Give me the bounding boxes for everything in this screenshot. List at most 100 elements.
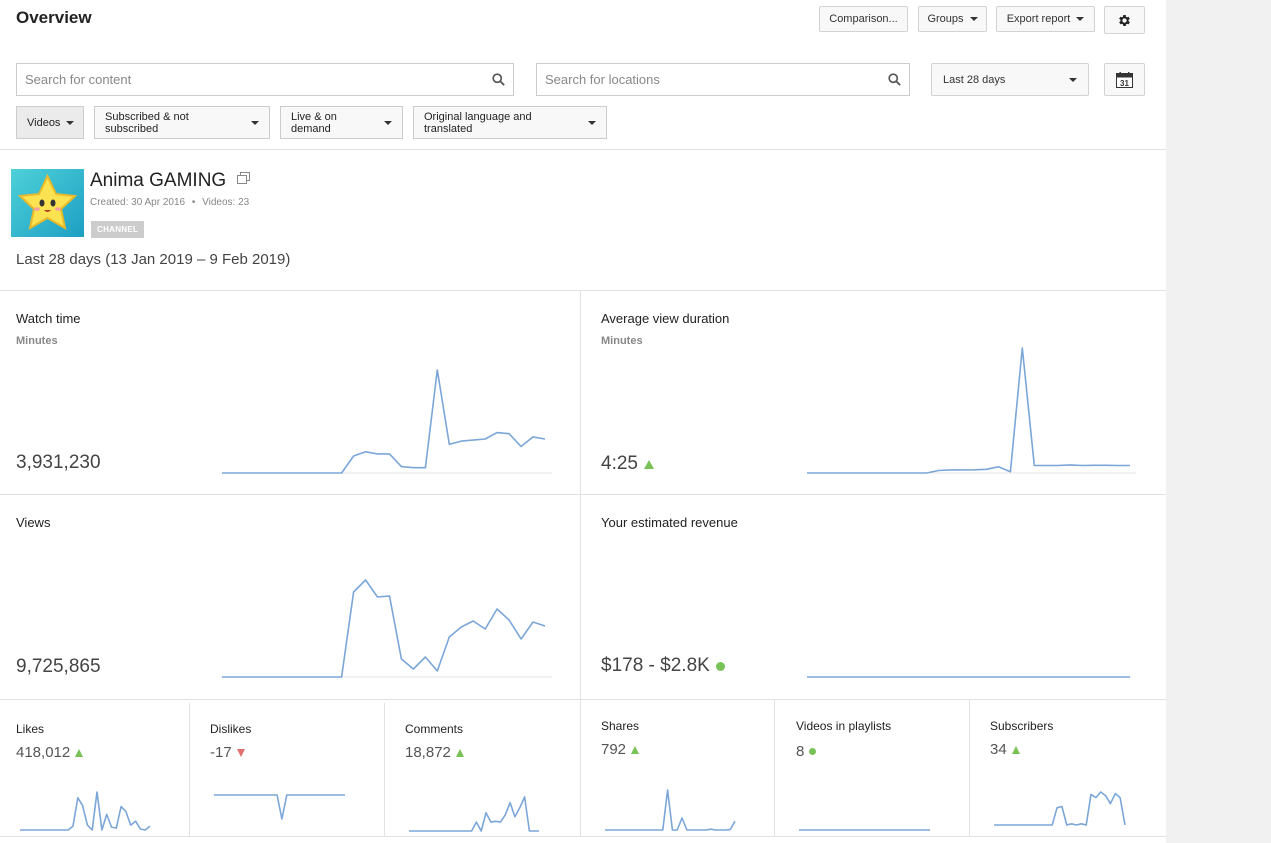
divider [0,494,1166,495]
divider [0,290,1166,291]
series-line [20,791,151,831]
playlists-chart[interactable] [795,796,934,834]
trend-up-icon [1011,745,1020,754]
watch-time-chart[interactable] [218,366,556,477]
filter-language[interactable]: Original language and translated [413,106,607,139]
channel-tag: CHANNEL [91,221,145,238]
views-title: Views [16,515,51,530]
channel-videos: Videos: 23 [202,197,250,208]
revenue-title: Your estimated revenue [601,515,738,530]
filter-videos-label: Videos [27,116,61,129]
filter-live[interactable]: Live & on demand [280,106,403,139]
filter-language-label: Original language and translated [424,110,532,135]
revenue-number: $178 - $2.8K [601,655,710,676]
shares-title: Shares [601,719,640,733]
settings-button[interactable] [1104,6,1145,34]
series-line [222,579,546,678]
filter-live-label: Live & on demand [291,110,337,135]
date-range-label: Last 28 days (13 Jan 2019 – 9 Feb 2019) [16,251,291,268]
groups-button[interactable]: Groups [918,6,987,32]
revenue-chart[interactable] [803,596,1134,681]
content-search [16,63,514,96]
playlists-title: Videos in playlists [796,719,892,733]
divider [0,699,1166,700]
views-value[interactable]: 9,725,865 [16,656,101,678]
views-number: 9,725,865 [16,656,101,677]
dislikes-value[interactable]: -17 [210,744,245,761]
search-icon[interactable] [491,72,506,87]
chevron-down-icon [66,120,75,125]
date-range-value: Last 28 days [943,73,1006,86]
svg-text:31: 31 [1120,79,1129,88]
external-link-icon[interactable] [237,172,251,184]
shares-value[interactable]: 792 [601,741,640,758]
gear-icon [1119,14,1130,26]
trend-neutral-icon [809,748,817,755]
watch-time-value[interactable]: 3,931,230 [16,452,101,474]
chevron-down-icon [1069,77,1077,82]
likes-chart[interactable] [16,788,154,834]
subscribers-number: 34 [990,741,1007,758]
shares-chart[interactable] [601,786,739,834]
chevron-down-icon [251,120,259,125]
playlists-value[interactable]: 8 [796,743,817,760]
comments-value[interactable]: 18,872 [405,744,464,761]
calendar-icon: 31 [1116,71,1133,88]
trend-down-icon [236,748,245,757]
views-chart[interactable] [218,576,556,681]
filter-subscription-label: Subscribed & not subscribed [105,110,189,135]
channel-avatar[interactable] [11,169,84,237]
subscribers-title: Subscribers [990,719,1054,733]
series-line [807,347,1130,474]
channel-name[interactable]: Anima GAMING [90,170,251,192]
dislikes-chart[interactable] [210,791,349,823]
subscribers-value[interactable]: 34 [990,741,1020,758]
search-icon[interactable] [887,72,902,87]
calendar-button[interactable]: 31 [1104,63,1145,96]
likes-value[interactable]: 418,012 [16,744,84,761]
export-report-button[interactable]: Export report [996,6,1095,32]
trend-up-icon [631,745,640,754]
export-label: Export report [1006,13,1071,25]
revenue-value[interactable]: $178 - $2.8K [601,655,725,677]
playlists-number: 8 [796,743,805,760]
trend-neutral-icon [715,661,725,671]
likes-title: Likes [16,722,45,736]
avg-duration-chart[interactable] [803,344,1140,477]
channel-name-text: Anima GAMING [90,170,227,191]
comments-number: 18,872 [405,744,451,761]
divider [0,149,1166,150]
divider [189,703,190,836]
series-line [214,794,345,820]
comparison-button[interactable]: Comparison... [819,6,908,32]
trend-up-icon [643,459,654,469]
location-search [536,63,910,96]
channel-created: Created: 30 Apr 2016 [90,197,186,208]
trend-up-icon [75,748,84,757]
divider [580,291,581,836]
date-range-select[interactable]: Last 28 days [931,63,1089,96]
divider [0,836,1166,837]
avg-duration-value[interactable]: 4:25 [601,453,654,475]
comparison-label: Comparison... [829,13,898,25]
avg-duration-number: 4:25 [601,453,638,474]
dislikes-number: -17 [210,744,232,761]
location-search-input[interactable] [537,64,888,95]
right-gutter [1166,0,1271,843]
channel-meta: Created: 30 Apr 2016 • Videos: 23 [90,197,249,208]
content-search-input[interactable] [17,64,480,95]
divider [969,700,970,836]
shares-number: 792 [601,741,627,758]
filter-videos[interactable]: Videos [16,106,84,139]
comments-title: Comments [405,722,464,736]
subscribers-chart[interactable] [990,788,1129,829]
filter-subscription[interactable]: Subscribed & not subscribed [94,106,270,139]
series-line [605,789,736,831]
comments-chart[interactable] [405,793,543,835]
divider [384,703,385,836]
series-line [994,791,1126,826]
chevron-down-icon [588,120,596,125]
divider [774,700,775,836]
chevron-down-icon [969,17,978,21]
watch-time-title: Watch time [16,311,81,326]
